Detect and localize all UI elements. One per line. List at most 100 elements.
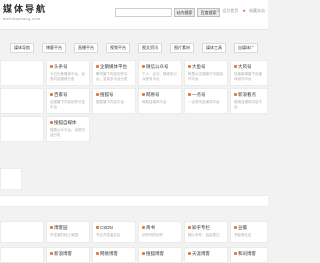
- card-desc: 腾讯旗下内容创作平台，支持多平台分发: [96, 72, 128, 81]
- category-nav: 媒体导航 博客平台 直播平台 视频平台 图文资讯 图片素材 媒体工具 自媒体广: [0, 43, 268, 54]
- site-card[interactable]: [0, 88, 44, 114]
- card-title: CSDN: [100, 225, 113, 230]
- site-favicon-icon: [234, 226, 237, 230]
- site-card[interactable]: 新浪看点 新浪自媒体内容平台: [230, 88, 268, 114]
- category-button[interactable]: 媒体导航: [10, 43, 34, 53]
- card-title: 新浪看点: [238, 92, 256, 97]
- site-card[interactable]: 企鹅媒体平台 腾讯旗下内容创作平台，支持多平台分发: [92, 60, 136, 86]
- site-header: 媒体导航 meitidaohang.com 站内搜索 百度搜索 ⌂ 设为首页 ★ 收…: [0, 0, 268, 30]
- site-card[interactable]: 知乎专栏 随心写作，自由表达: [184, 221, 228, 243]
- bookmark-link[interactable]: 收藏本站: [249, 8, 265, 13]
- site-card[interactable]: [0, 247, 44, 263]
- card-desc: 个人、企业、媒体的公众账号平台: [142, 72, 177, 81]
- card-title: 知乎专栏: [192, 225, 210, 230]
- site-favicon-icon: [96, 65, 99, 69]
- card-title: 大风号: [238, 64, 252, 69]
- site-logo-title[interactable]: 媒体导航: [3, 2, 47, 15]
- card-desc: 网易自媒体平台: [142, 100, 167, 104]
- site-favicon-icon: [142, 65, 145, 69]
- card-title: 天涯博客: [192, 251, 210, 256]
- site-favicon-icon: [50, 65, 53, 69]
- card-title: 大鱼号: [192, 64, 206, 69]
- site-card[interactable]: CSDN 专业开发者社区: [92, 221, 136, 243]
- card-desc: 今日头条媒体平台，优质内容推荐分发: [50, 72, 85, 81]
- star-icon: ★: [242, 8, 246, 13]
- side-note-card: [0, 168, 22, 190]
- card-title: 搜狐博客: [146, 251, 164, 256]
- card-desc: 开发者的网上家园: [50, 233, 78, 237]
- site-favicon-icon: [188, 93, 191, 97]
- site-favicon-icon: [142, 93, 145, 97]
- card-title: 博客园: [54, 225, 68, 230]
- site-card[interactable]: 搜狐博客: [138, 247, 182, 263]
- card-desc: 阿里大文娱旗下内容创作平台: [188, 72, 223, 81]
- category-button[interactable]: 博客平台: [42, 43, 66, 53]
- card-desc: 凤凰新闻旗下自媒体创作平台: [234, 72, 262, 81]
- card-title: 头条号: [54, 64, 68, 69]
- site-card[interactable]: 天涯博客: [184, 247, 228, 263]
- card-title: 百家号: [54, 92, 68, 97]
- site-favicon-icon: [96, 226, 99, 230]
- category-button[interactable]: 自媒体广: [234, 43, 258, 53]
- card-title: 新浪博客: [54, 251, 72, 256]
- site-favicon-icon: [142, 252, 145, 256]
- card-desc: 搜狐旗下内容平台: [96, 100, 124, 104]
- card-desc: 随心写作，自由表达: [188, 233, 220, 237]
- search-input[interactable]: [115, 8, 172, 17]
- card-desc: 一点资讯自媒体平台: [188, 100, 220, 104]
- card-title: 豆瓣: [238, 225, 247, 230]
- site-favicon-icon: [96, 93, 99, 97]
- card-title: 网易号: [146, 92, 160, 97]
- site-search-button[interactable]: 站内搜索: [174, 8, 195, 17]
- section-divider-band: [0, 195, 268, 207]
- site-card[interactable]: 简书 创作你的创作: [138, 221, 182, 243]
- site-card[interactable]: [0, 221, 44, 243]
- header-links: ⌂ 设为首页 ★ 收藏本站: [214, 8, 265, 14]
- site-card[interactable]: [0, 60, 44, 86]
- site-card[interactable]: 和讯博客: [230, 247, 268, 263]
- card-desc: 搜狐公众平台，优质内容分发: [50, 128, 85, 137]
- card-title: 简书: [146, 225, 155, 230]
- site-card[interactable]: 网易博客: [92, 247, 136, 263]
- site-favicon-icon: [188, 252, 191, 256]
- site-favicon-icon: [234, 93, 237, 97]
- card-title: 企鹅媒体平台: [100, 64, 127, 69]
- site-card[interactable]: 大风号 凤凰新闻旗下自媒体创作平台: [230, 60, 268, 86]
- card-title: 一点号: [192, 92, 206, 97]
- card-desc: 新浪自媒体内容平台: [234, 100, 262, 109]
- site-favicon-icon: [50, 226, 53, 230]
- site-card[interactable]: 博客园 开发者的网上家园: [46, 221, 90, 243]
- card-desc: 专业开发者社区: [96, 233, 121, 237]
- site-card[interactable]: 搜狐号 搜狐旗下内容平台: [92, 88, 136, 114]
- site-favicon-icon: [142, 226, 145, 230]
- site-card[interactable]: 新浪博客: [46, 247, 90, 263]
- home-icon: ⌂: [216, 8, 220, 13]
- site-card[interactable]: 豆瓣 书影音社区: [230, 221, 268, 243]
- card-desc: 百度旗下内容创作分发平台: [50, 100, 85, 109]
- category-button[interactable]: 直播平台: [74, 43, 98, 53]
- site-favicon-icon: [50, 121, 53, 125]
- site-favicon-icon: [96, 252, 99, 256]
- site-card[interactable]: 百家号 百度旗下内容创作分发平台: [46, 88, 90, 114]
- site-card[interactable]: 搜狐自媒体 搜狐公众平台，优质内容分发: [46, 116, 90, 142]
- category-button[interactable]: 媒体工具: [202, 43, 226, 53]
- site-favicon-icon: [234, 252, 237, 256]
- site-favicon-icon: [50, 252, 53, 256]
- site-favicon-icon: [188, 226, 191, 230]
- category-button[interactable]: 视频平台: [106, 43, 130, 53]
- site-card[interactable]: 网易号 网易自媒体平台: [138, 88, 182, 114]
- category-button[interactable]: 图片素材: [170, 43, 194, 53]
- card-desc: 创作你的创作: [142, 233, 163, 237]
- site-logo-subtitle: meitidaohang.com: [3, 16, 41, 21]
- site-card[interactable]: [0, 116, 44, 142]
- site-card[interactable]: 一点号 一点资讯自媒体平台: [184, 88, 228, 114]
- card-title: 和讯博客: [238, 251, 256, 256]
- site-favicon-icon: [50, 93, 53, 97]
- site-card[interactable]: 大鱼号 阿里大文娱旗下内容创作平台: [184, 60, 228, 86]
- site-card[interactable]: 微信公众号 个人、企业、媒体的公众账号平台: [138, 60, 182, 86]
- set-homepage-link[interactable]: 设为首页: [222, 8, 238, 13]
- category-button[interactable]: 图文资讯: [138, 43, 162, 53]
- site-card[interactable]: 头条号 今日头条媒体平台，优质内容推荐分发: [46, 60, 90, 86]
- card-desc: 书影音社区: [234, 233, 252, 237]
- site-favicon-icon: [188, 65, 191, 69]
